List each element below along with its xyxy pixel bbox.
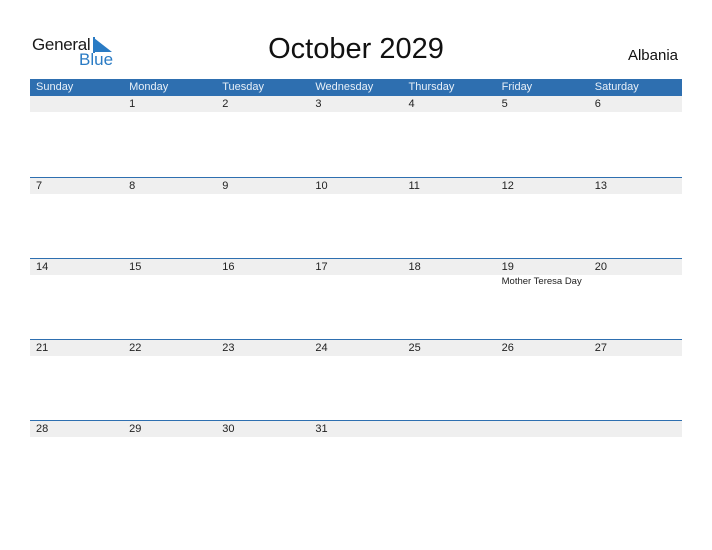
day-number: 9	[222, 180, 229, 192]
date-band: 28 29 30 31	[30, 421, 682, 437]
holiday-label	[403, 275, 496, 288]
day-number: 4	[408, 98, 415, 110]
holiday-label	[403, 437, 496, 438]
holiday-label	[216, 356, 309, 357]
day-number: 10	[315, 180, 328, 192]
holiday-label	[309, 356, 402, 357]
day-number: 1	[129, 98, 136, 110]
holiday-label	[589, 275, 682, 288]
events-row	[30, 194, 682, 195]
day-number: 30	[222, 423, 235, 435]
day-number: 17	[315, 261, 328, 273]
holiday-label	[30, 437, 123, 438]
day-number	[30, 96, 123, 112]
day-number: 28	[36, 423, 49, 435]
holiday-label	[30, 112, 123, 113]
day-number	[589, 421, 682, 437]
date-band: 14 15 16 17 18 19 20	[30, 259, 682, 275]
day-number: 22	[129, 342, 142, 354]
weekday-wednesday: Wednesday	[315, 81, 374, 93]
day-number: 14	[36, 261, 49, 273]
day-number: 31	[315, 423, 328, 435]
holiday-label: Mother Teresa Day	[501, 276, 582, 287]
day-number: 23	[222, 342, 235, 354]
holiday-label	[123, 356, 216, 357]
holiday-label	[403, 356, 496, 357]
week-row: 7 8 9 10 11 12 13	[30, 177, 682, 195]
week-row: 14 15 16 17 18 19 20 Mother Teresa Day	[30, 258, 682, 288]
day-number: 19	[501, 261, 514, 273]
holiday-label	[496, 194, 589, 195]
weekday-friday: Friday	[501, 81, 533, 93]
date-band: 21 22 23 24 25 26 27	[30, 340, 682, 356]
day-number: 12	[501, 180, 514, 192]
holiday-label	[216, 437, 309, 438]
holiday-label	[123, 437, 216, 438]
day-number: 24	[315, 342, 328, 354]
date-band: 1 2 3 4 5 6	[30, 96, 682, 112]
events-row	[30, 112, 682, 113]
holiday-label	[30, 194, 123, 195]
day-number: 20	[594, 261, 607, 273]
day-number: 6	[594, 98, 601, 110]
holiday-label	[30, 275, 123, 288]
weekday-saturday: Saturday	[594, 81, 639, 93]
day-number: 8	[129, 180, 136, 192]
weekday-thursday: Thursday	[408, 81, 455, 93]
week-row: 1 2 3 4 5 6	[30, 96, 682, 113]
holiday-label	[123, 112, 216, 113]
week-row: 28 29 30 31	[30, 420, 682, 438]
holiday-label	[589, 112, 682, 113]
date-band: 7 8 9 10 11 12 13	[30, 178, 682, 194]
holiday-label	[496, 437, 589, 438]
events-row	[30, 437, 682, 438]
holiday-label	[216, 194, 309, 195]
holiday-label	[30, 356, 123, 357]
day-number: 29	[129, 423, 142, 435]
weekday-tuesday: Tuesday	[222, 81, 265, 93]
day-number: 7	[36, 180, 43, 192]
day-number: 15	[129, 261, 142, 273]
holiday-label	[403, 112, 496, 113]
week-row: 21 22 23 24 25 26 27	[30, 339, 682, 357]
day-number: 5	[501, 98, 508, 110]
holiday-label	[123, 194, 216, 195]
holiday-label	[309, 112, 402, 113]
day-number: 11	[408, 180, 420, 192]
day-number: 16	[222, 261, 235, 273]
day-number: 18	[408, 261, 421, 273]
weekday-sunday: Sunday	[36, 81, 74, 93]
page-title: October 2029	[268, 33, 444, 65]
day-number: 3	[315, 98, 322, 110]
holiday-label	[403, 194, 496, 195]
day-number: 26	[501, 342, 514, 354]
events-row	[30, 356, 682, 357]
holiday-label	[309, 194, 402, 195]
day-number: 21	[36, 342, 49, 354]
holiday-label	[309, 437, 402, 438]
holiday-label	[309, 275, 402, 288]
holiday-label	[496, 356, 589, 357]
holiday-label	[589, 194, 682, 195]
holiday-label	[216, 275, 309, 288]
weekday-header: Sunday Monday Tuesday Wednesday Thursday…	[30, 79, 682, 96]
day-number	[403, 421, 496, 437]
holiday-label	[216, 112, 309, 113]
holiday-label	[123, 275, 216, 288]
day-number	[496, 421, 589, 437]
day-number: 27	[594, 342, 607, 354]
events-row: Mother Teresa Day	[30, 275, 682, 288]
holiday-label	[496, 112, 589, 113]
weekday-monday: Monday	[129, 81, 169, 93]
country-label: Albania	[627, 47, 678, 64]
holiday-label	[589, 356, 682, 357]
day-number: 2	[222, 98, 229, 110]
holiday-label	[589, 437, 682, 438]
day-number: 13	[594, 180, 607, 192]
day-number: 25	[408, 342, 421, 354]
